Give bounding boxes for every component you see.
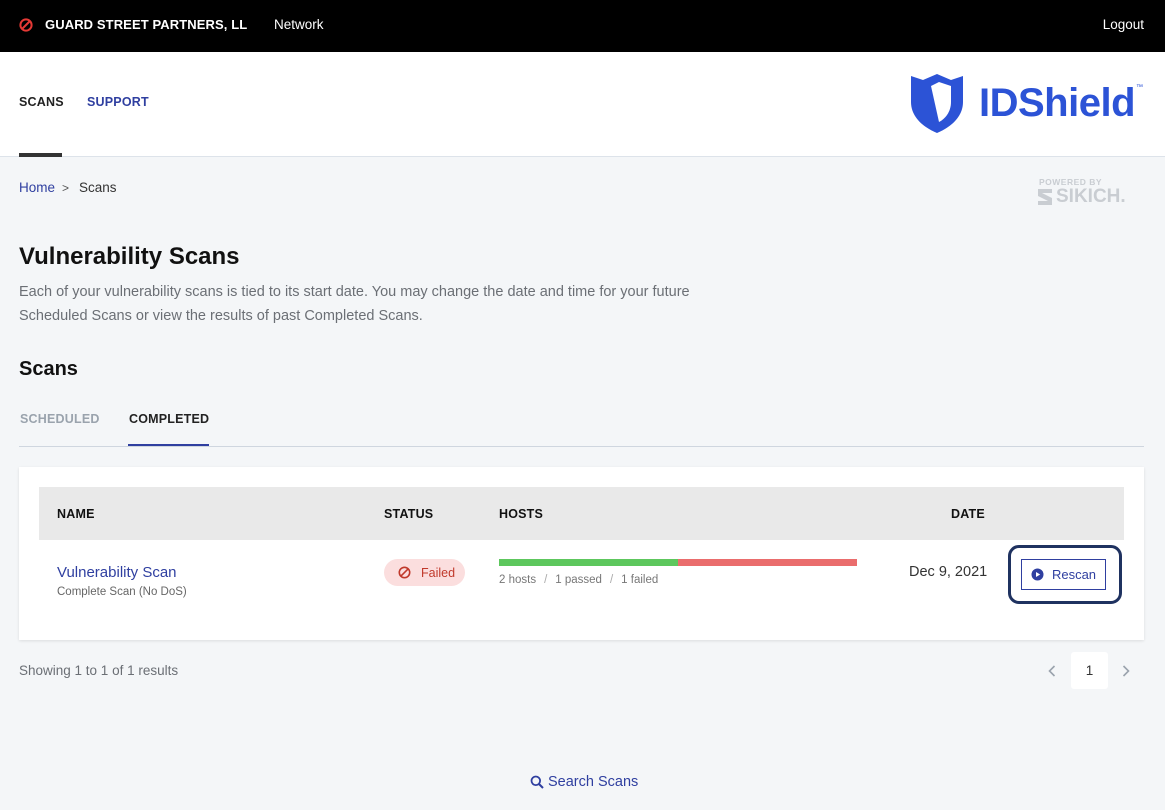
stats-separator: /	[544, 574, 548, 586]
search-scans-label: Search Scans	[548, 774, 639, 790]
scan-name-link[interactable]: Vulnerability Scan	[57, 564, 177, 581]
column-header-hosts: HOSTS	[499, 507, 544, 521]
scans-section-title: Scans	[19, 358, 78, 380]
hosts-stats: 2 hosts / 1 passed / 1 failed	[499, 574, 658, 586]
hosts-progress-bar	[499, 559, 857, 566]
scan-tabs: SCHEDULED COMPLETED	[19, 404, 1144, 447]
results-summary: Showing 1 to 1 of 1 results	[19, 663, 179, 678]
chevron-left-icon[interactable]	[1044, 660, 1060, 682]
scans-table-card: NAME STATUS HOSTS DATE Vulnerability Sca…	[19, 467, 1144, 640]
search-scans-link[interactable]: Search Scans	[530, 774, 638, 790]
idshield-logo: IDShield ™	[909, 72, 1143, 134]
rescan-button[interactable]: Rescan	[1021, 559, 1106, 590]
sikich-brand: SIKICH.	[1037, 186, 1126, 208]
logo-text: IDShield	[979, 80, 1136, 125]
breadcrumb-separator: >	[62, 180, 70, 195]
hosts-passed-segment	[499, 559, 678, 566]
logo-trademark: ™	[1136, 83, 1144, 91]
play-circle-icon	[1031, 568, 1044, 581]
tab-active-indicator	[128, 444, 209, 446]
tab-completed[interactable]: COMPLETED	[129, 412, 209, 426]
org-name: GUARD STREET PARTNERS, LL	[45, 17, 248, 32]
sikich-brand-text: SIKICH.	[1056, 186, 1126, 207]
network-link[interactable]: Network	[274, 17, 324, 32]
status-badge-label: Failed	[421, 565, 456, 580]
nav-support[interactable]: SUPPORT	[87, 95, 149, 109]
page-title: Vulnerability Scans	[19, 243, 240, 270]
nav-scans[interactable]: SCANS	[19, 95, 64, 109]
hosts-failed: 1 failed	[621, 574, 659, 586]
breadcrumb-current: Scans	[79, 180, 117, 195]
no-entry-icon	[398, 566, 411, 579]
shield-icon	[911, 74, 963, 133]
hosts-passed: 1 passed	[555, 574, 602, 586]
column-header-name: NAME	[57, 507, 95, 521]
chevron-right-icon[interactable]	[1118, 660, 1134, 682]
sikich-mark-icon	[1038, 189, 1052, 205]
org-selector[interactable]: GUARD STREET PARTNERS, LL	[19, 17, 247, 32]
scan-date: Dec 9, 2021	[909, 564, 988, 580]
scan-type-subtitle: Complete Scan (No DoS)	[57, 586, 187, 598]
no-entry-icon	[19, 17, 33, 32]
logout-link[interactable]: Logout	[1103, 17, 1144, 32]
search-icon	[530, 775, 544, 789]
column-header-date: DATE	[951, 507, 985, 521]
table-header: NAME STATUS HOSTS DATE	[39, 487, 1124, 540]
rescan-button-label: Rescan	[1051, 567, 1097, 582]
tab-scheduled[interactable]: SCHEDULED	[20, 412, 100, 426]
stats-separator: /	[609, 574, 614, 586]
breadcrumb: Home > Scans	[19, 180, 117, 195]
page-description: Each of your vulnerability scans is tied…	[19, 284, 690, 324]
pagination-page-button[interactable]: 1	[1071, 652, 1108, 689]
status-badge: Failed	[384, 559, 465, 586]
main-header: SCANS SUPPORT IDShield ™	[0, 52, 1165, 157]
breadcrumb-home[interactable]: Home	[19, 180, 55, 195]
hosts-total: 2 hosts	[499, 574, 537, 586]
nav-active-indicator	[19, 153, 62, 157]
hosts-failed-segment	[678, 559, 857, 566]
column-header-status: STATUS	[384, 507, 434, 521]
top-bar: GUARD STREET PARTNERS, LL Network Logout	[0, 0, 1165, 52]
powered-by-sikich-logo: POWERED BY SIKICH.	[1037, 177, 1126, 208]
